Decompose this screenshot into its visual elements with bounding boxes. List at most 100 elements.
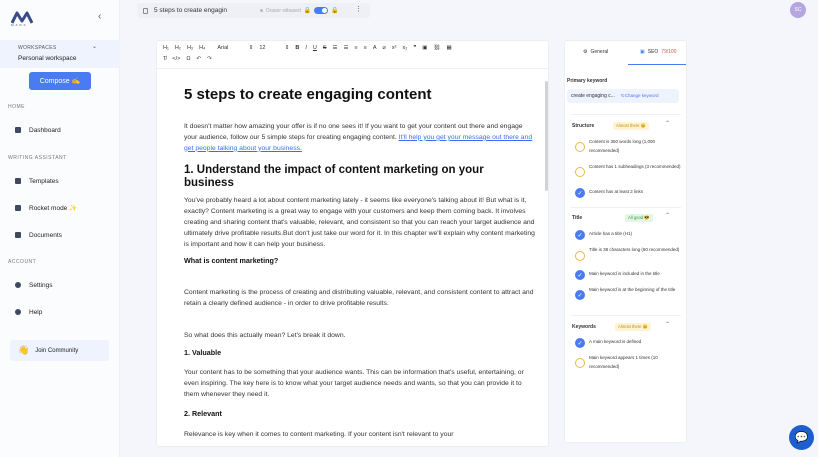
superscript-icon[interactable]: x² <box>392 45 397 51</box>
document-body[interactable]: 5 steps to create engaging content It do… <box>184 86 536 446</box>
section-heading: 1. Understand the impact of content mark… <box>184 164 484 190</box>
sidebar-item-templates[interactable]: Templates <box>15 175 59 187</box>
collapse-sidebar-icon[interactable]: ‹ <box>98 11 101 22</box>
clear-format-icon[interactable]: T̸ <box>163 56 166 62</box>
check-icon: ✓ <box>575 230 585 240</box>
heading-1-button[interactable]: H₁ <box>163 45 169 51</box>
indent-icon[interactable]: ≡ <box>364 45 367 51</box>
check-icon: ✓ <box>575 290 585 300</box>
image-icon[interactable]: ▣ <box>422 45 427 51</box>
avatar[interactable]: SC <box>790 2 806 18</box>
sidebar-item-label: Templates <box>29 177 59 185</box>
strikethrough-icon[interactable]: S <box>323 45 327 51</box>
chevron-up-icon[interactable]: ⌃ <box>665 321 670 328</box>
formatting-toolbar: H₁ H₂ H₃ H₄ Arial ⇕ 12 ⇕ B I U S ☰ ☰ ≡ ≡ A… <box>157 41 548 69</box>
criterion-text: A main keyword is defined <box>589 339 642 344</box>
compose-button[interactable]: Compose ✍️ <box>29 72 91 90</box>
font-select[interactable]: Arial ⇕ <box>217 45 253 51</box>
highlight-icon[interactable]: ⌀ <box>383 45 386 51</box>
size-select[interactable]: 12 ⇕ <box>259 45 289 51</box>
gear-icon <box>15 282 21 288</box>
help-icon <box>15 309 21 315</box>
status-badge: Almost there 😊 <box>615 323 651 331</box>
keywords-heading: Keywords <box>572 324 596 330</box>
primary-keyword-value: create engaging c... <box>571 93 615 99</box>
tab-general[interactable]: ⚙ General <box>583 49 608 55</box>
subheading: What is content marketing? <box>184 256 279 266</box>
folder-icon <box>15 232 21 238</box>
criterion-text: Main keyword appears 1 times (10 recomme… <box>589 355 658 369</box>
primary-keyword-label: Primary keyword <box>567 78 608 84</box>
sidebar-item-label: Help <box>29 308 43 316</box>
save-status: Draser wibased 🔒 🔒 <box>260 7 339 14</box>
sidebar-item-label: Documents <box>29 231 62 239</box>
link-icon[interactable]: ⛓ <box>434 45 441 51</box>
workspace-name: Personal workspace <box>18 55 77 62</box>
undo-icon[interactable]: ↶ <box>196 56 201 62</box>
bullet-list-icon[interactable]: ☰ <box>343 45 348 51</box>
ordered-list-icon[interactable]: ☰ <box>333 45 338 51</box>
panel-tabs: ⚙ General ▣ SEO 79/100 <box>565 41 688 66</box>
privacy-toggle[interactable] <box>314 7 329 14</box>
sidebar-item-label: Settings <box>29 281 53 289</box>
text-color-icon[interactable]: A <box>373 45 377 51</box>
document-icon <box>143 7 148 14</box>
criterion-text: Content is 350 words long (1,000 recomme… <box>589 139 656 153</box>
heading-3-button[interactable]: H₃ <box>187 45 193 51</box>
divider <box>571 114 681 115</box>
rocket-icon <box>15 205 21 211</box>
join-community-button[interactable]: 👋 Join Community <box>10 340 109 361</box>
more-options-icon[interactable]: ⋮ <box>355 5 362 13</box>
sidebar-item-settings[interactable]: Settings <box>15 279 53 291</box>
tab-seo[interactable]: ▣ SEO 79/100 <box>640 49 677 55</box>
save-status-text: Draser wibased <box>266 7 301 14</box>
workspace-selector[interactable]: WORKSPACES ⌄ Personal workspace <box>0 40 120 68</box>
unchecked-icon <box>575 251 585 261</box>
primary-keyword-box: create engaging c... ↻Change keyword <box>567 89 679 103</box>
subscript-icon[interactable]: x₂ <box>402 45 407 51</box>
criterion-text: Content has 1 subheadings (3 recommended… <box>589 164 681 169</box>
sidebar-item-documents[interactable]: Documents <box>15 229 62 241</box>
chat-button[interactable]: 💬 <box>789 425 814 450</box>
heading-2-button[interactable]: H₂ <box>175 45 181 51</box>
tab-general-label: General <box>590 49 609 55</box>
special-char-icon[interactable]: Ω <box>186 56 190 62</box>
chevron-down-icon: ⌄ <box>92 44 98 50</box>
join-community-label: Join Community <box>35 347 79 354</box>
sidebar-item-rocket-mode[interactable]: Rocket mode ✨ <box>15 202 77 214</box>
sidebar: MARK ‹ WORKSPACES ⌄ Personal workspace C… <box>0 0 120 457</box>
bold-icon[interactable]: B <box>295 45 299 51</box>
chat-icon: 💬 <box>794 432 809 444</box>
paragraph: You've probably heard a lot about conten… <box>184 197 535 248</box>
change-keyword-link[interactable]: ↻Change keyword <box>621 93 659 99</box>
table-icon[interactable]: ▦ <box>446 45 451 51</box>
section-account: ACCOUNT <box>8 259 37 265</box>
quote-icon[interactable]: ❞ <box>413 45 416 51</box>
sidebar-item-dashboard[interactable]: Dashboard <box>15 124 61 136</box>
editor[interactable]: H₁ H₂ H₃ H₄ Arial ⇕ 12 ⇕ B I U S ☰ ☰ ≡ ≡ A… <box>156 40 549 447</box>
criterion-text: Main keyword is included in the title <box>589 271 660 276</box>
chevron-up-icon[interactable]: ⌃ <box>665 120 670 127</box>
gear-icon: ⚙ <box>583 49 588 55</box>
status-dot-icon <box>260 9 263 12</box>
align-icon[interactable]: ≡ <box>354 45 357 51</box>
redo-icon[interactable]: ↷ <box>207 56 212 62</box>
chevron-updown-icon: ⇕ <box>284 45 290 51</box>
lock-icon: 🔒 <box>331 8 339 14</box>
chevron-up-icon[interactable]: ⌃ <box>665 212 670 219</box>
criterion-text: Title is 38 characters long (60 recommen… <box>589 247 680 252</box>
workspace-label: WORKSPACES <box>18 45 57 51</box>
heading-4-button[interactable]: H₄ <box>199 45 205 51</box>
document-heading: 5 steps to create engaging content <box>184 86 432 103</box>
editor-scrollbar[interactable] <box>545 81 548 191</box>
underline-icon[interactable]: U <box>313 45 317 51</box>
code-icon[interactable]: </> <box>172 56 180 62</box>
size-select-value: 12 <box>259 45 266 51</box>
sidebar-item-help[interactable]: Help <box>15 306 42 318</box>
section-home: HOME <box>8 104 25 110</box>
seo-panel: ⚙ General ▣ SEO 79/100 Primary keyword c… <box>564 40 687 443</box>
unchecked-icon <box>575 167 585 177</box>
paragraph: Your content has to be something that yo… <box>184 369 524 398</box>
italic-icon[interactable]: I <box>305 45 307 51</box>
tab-seo-label: SEO <box>647 49 659 55</box>
